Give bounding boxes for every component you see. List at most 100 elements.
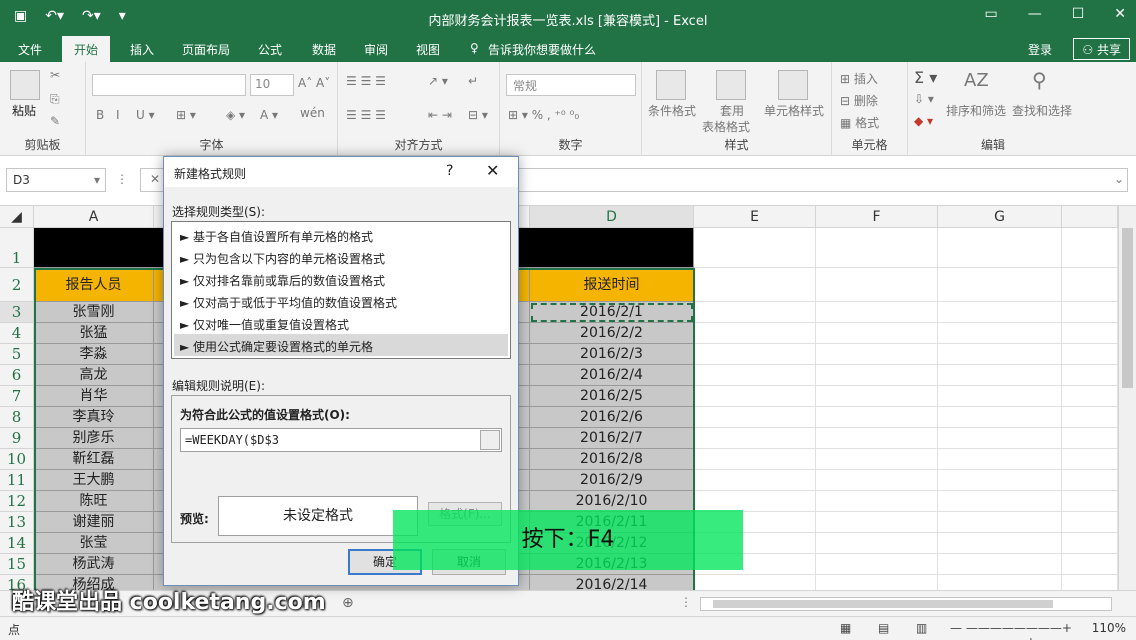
- empty-cell[interactable]: [938, 449, 1062, 470]
- share-button[interactable]: ⚇ 共享: [1073, 38, 1130, 60]
- empty-cell[interactable]: [816, 323, 938, 344]
- name-cell[interactable]: 李淼: [34, 344, 154, 365]
- close-icon[interactable]: ✕: [1114, 6, 1126, 22]
- name-cell[interactable]: 李真玲: [34, 407, 154, 428]
- empty-cell[interactable]: [1062, 449, 1118, 470]
- name-cell[interactable]: 高龙: [34, 365, 154, 386]
- empty-cell[interactable]: [1062, 344, 1118, 365]
- autosum-icon[interactable]: Σ ▾: [914, 68, 937, 87]
- row-header[interactable]: 2: [0, 268, 34, 302]
- paste-icon[interactable]: [10, 70, 40, 100]
- empty-cell[interactable]: [694, 428, 816, 449]
- empty-cell[interactable]: [938, 533, 1062, 554]
- find-select-label[interactable]: 查找和选择: [1012, 102, 1072, 119]
- rule-type-item[interactable]: ► 基于各自值设置所有单元格的格式: [174, 224, 508, 246]
- grow-font-icon[interactable]: A˄ A˅: [298, 76, 330, 90]
- row-header[interactable]: 10: [0, 449, 34, 470]
- format-as-table-icon[interactable]: [716, 70, 746, 100]
- cancel-entry-icon[interactable]: ✕: [150, 172, 160, 186]
- conditional-format-icon[interactable]: [656, 70, 686, 100]
- header-cell-date[interactable]: 报送时间: [530, 268, 694, 302]
- tab-file[interactable]: 文件: [18, 41, 42, 58]
- tab-insert[interactable]: 插入: [130, 41, 154, 58]
- tab-split-icon[interactable]: ⋮: [680, 595, 692, 609]
- format-as-table-label-1[interactable]: 套用: [720, 102, 744, 119]
- empty-cell[interactable]: [816, 386, 938, 407]
- empty-cell[interactable]: [694, 407, 816, 428]
- name-cell[interactable]: 陈旺: [34, 491, 154, 512]
- date-cell[interactable]: 2016/2/10: [530, 491, 694, 512]
- close-icon[interactable]: ✕: [486, 161, 499, 180]
- expand-formula-icon[interactable]: ⌄: [1114, 172, 1124, 186]
- date-cell[interactable]: 2016/2/6: [530, 407, 694, 428]
- empty-cell[interactable]: [1062, 386, 1118, 407]
- name-box[interactable]: D3: [6, 168, 106, 192]
- empty-cell[interactable]: [1062, 407, 1118, 428]
- date-cell[interactable]: 2016/2/2: [530, 323, 694, 344]
- indent-icon[interactable]: ⇤ ⇥: [428, 108, 452, 122]
- empty-cell[interactable]: [694, 228, 816, 268]
- minimize-icon[interactable]: —: [1028, 6, 1042, 22]
- row-header[interactable]: 14: [0, 533, 34, 554]
- date-cell[interactable]: 2016/2/3: [530, 344, 694, 365]
- column-header-e[interactable]: E: [694, 206, 816, 228]
- format-painter-icon[interactable]: ✎: [50, 114, 60, 128]
- row-header[interactable]: 12: [0, 491, 34, 512]
- fill-color-icon[interactable]: ◈ ▾: [226, 108, 245, 122]
- vertical-scroll-thumb[interactable]: [1122, 228, 1133, 388]
- empty-cell[interactable]: [1062, 268, 1118, 302]
- orientation-icon[interactable]: ↗ ▾: [428, 74, 448, 88]
- empty-cell[interactable]: [1062, 365, 1118, 386]
- zoom-level[interactable]: 110%: [1092, 621, 1126, 635]
- empty-cell[interactable]: [938, 268, 1062, 302]
- fill-icon[interactable]: ⇩ ▾: [914, 92, 934, 106]
- empty-cell[interactable]: [938, 407, 1062, 428]
- row-header[interactable]: 9: [0, 428, 34, 449]
- number-format-combo[interactable]: 常规: [506, 74, 636, 96]
- empty-cell[interactable]: [938, 386, 1062, 407]
- row-header[interactable]: 4: [0, 323, 34, 344]
- horizontal-scroll-thumb[interactable]: [713, 600, 1053, 608]
- empty-cell[interactable]: [938, 491, 1062, 512]
- column-header-d[interactable]: D: [530, 206, 694, 228]
- tab-home[interactable]: 开始: [62, 36, 111, 62]
- add-sheet-icon[interactable]: ⊕: [342, 595, 354, 611]
- empty-cell[interactable]: [938, 554, 1062, 575]
- row-header[interactable]: 8: [0, 407, 34, 428]
- empty-cell[interactable]: [938, 323, 1062, 344]
- rule-type-item[interactable]: ► 仅对高于或低于平均值的数值设置格式: [174, 290, 508, 312]
- empty-cell[interactable]: [938, 575, 1062, 590]
- empty-cell[interactable]: [694, 365, 816, 386]
- empty-cell[interactable]: [938, 470, 1062, 491]
- empty-cell[interactable]: [1062, 575, 1118, 590]
- bold-icon[interactable]: B: [96, 108, 104, 122]
- empty-cell[interactable]: [816, 533, 938, 554]
- maximize-icon[interactable]: ☐: [1072, 6, 1085, 22]
- help-icon[interactable]: ?: [446, 163, 453, 179]
- range-picker-icon[interactable]: [480, 430, 500, 450]
- tab-review[interactable]: 审阅: [364, 41, 388, 58]
- empty-cell[interactable]: [816, 554, 938, 575]
- tell-me-search[interactable]: 告诉我你想要做什么: [488, 41, 596, 58]
- row-header[interactable]: 3: [0, 302, 34, 323]
- insert-cells-button[interactable]: ⊞ 插入: [840, 70, 878, 87]
- find-select-icon[interactable]: ⚲: [1032, 68, 1047, 92]
- row-header[interactable]: 13: [0, 512, 34, 533]
- name-cell[interactable]: 谢建丽: [34, 512, 154, 533]
- empty-cell[interactable]: [694, 323, 816, 344]
- name-cell[interactable]: 别彦乐: [34, 428, 154, 449]
- font-name-combo[interactable]: [92, 74, 246, 96]
- empty-cell[interactable]: [694, 491, 816, 512]
- currency-icon[interactable]: ⊞ ▾ % , ⁺⁰ ⁰₀: [508, 108, 579, 122]
- empty-cell[interactable]: [938, 365, 1062, 386]
- empty-cell[interactable]: [1062, 512, 1118, 533]
- tab-data[interactable]: 数据: [312, 41, 336, 58]
- rule-type-item[interactable]: ► 仅对排名靠前或靠后的数值设置格式: [174, 268, 508, 290]
- horizontal-scrollbar[interactable]: [700, 597, 1112, 611]
- date-cell[interactable]: 2016/2/8: [530, 449, 694, 470]
- font-color-icon[interactable]: A ▾: [260, 108, 278, 122]
- empty-cell[interactable]: [816, 449, 938, 470]
- empty-cell[interactable]: [816, 365, 938, 386]
- italic-icon[interactable]: I: [116, 108, 120, 122]
- empty-cell[interactable]: [938, 512, 1062, 533]
